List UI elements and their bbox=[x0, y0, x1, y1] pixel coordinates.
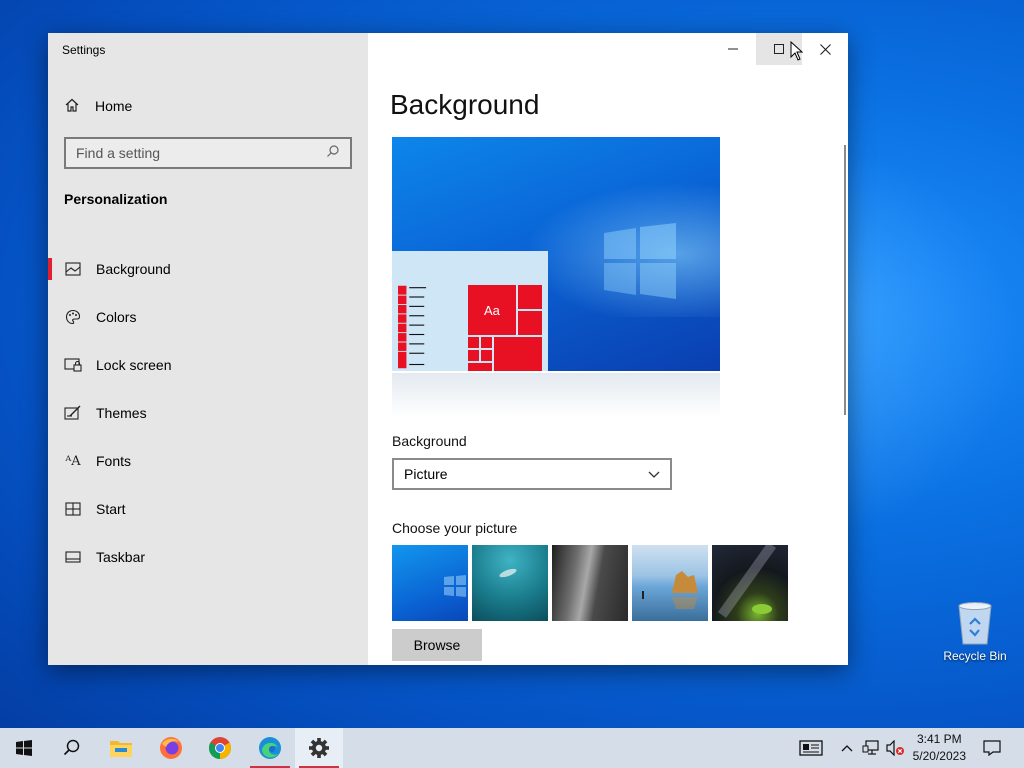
clock-time: 3:41 PM bbox=[916, 732, 962, 746]
preview-reflection bbox=[392, 373, 720, 417]
firefox-icon bbox=[160, 737, 182, 759]
themes-icon bbox=[64, 404, 82, 422]
background-type-label: Background bbox=[392, 433, 467, 449]
windows-logo-icon bbox=[444, 575, 466, 597]
fonts-icon: ᴬA bbox=[65, 453, 81, 469]
background-preview: Aa bbox=[392, 137, 720, 371]
settings-sidebar: Settings Home Personalization Background bbox=[48, 33, 368, 665]
taskbar-clock[interactable]: 3:41 PM 5/20/2023 bbox=[913, 731, 966, 765]
chevron-down-icon bbox=[648, 466, 660, 482]
close-button[interactable] bbox=[802, 33, 848, 65]
picture-thumbnail-underwater[interactable] bbox=[472, 545, 548, 621]
choose-picture-label: Choose your picture bbox=[392, 520, 518, 536]
sidebar-item-label: Colors bbox=[96, 309, 137, 325]
window-controls bbox=[710, 33, 848, 65]
sidebar-item-start[interactable]: Start bbox=[48, 485, 368, 533]
window-title: Settings bbox=[62, 43, 106, 57]
sidebar-item-colors[interactable]: Colors bbox=[48, 293, 368, 341]
milky-way-icon bbox=[717, 545, 777, 618]
settings-content: Background Aa Background Picture Choose … bbox=[368, 33, 848, 665]
picture-thumbnails bbox=[392, 545, 788, 621]
edge-button[interactable] bbox=[246, 728, 294, 768]
section-title: Personalization bbox=[64, 191, 168, 207]
browse-button[interactable]: Browse bbox=[392, 629, 482, 661]
scrollbar[interactable] bbox=[844, 145, 846, 415]
picture-thumbnail-rock[interactable] bbox=[552, 545, 628, 621]
notifications-button[interactable] bbox=[976, 728, 1008, 768]
firefox-button[interactable] bbox=[147, 728, 195, 768]
palette-icon bbox=[64, 308, 82, 326]
preview-app-list bbox=[398, 285, 427, 369]
settings-icon bbox=[309, 738, 329, 758]
search-icon bbox=[63, 739, 80, 756]
sidebar-nav: Background Colors Lock screen Themes ᴬA … bbox=[48, 245, 368, 581]
mouse-cursor-icon bbox=[790, 41, 804, 61]
start-icon bbox=[64, 500, 82, 518]
sidebar-item-label: Start bbox=[96, 501, 126, 517]
search-icon bbox=[326, 144, 340, 163]
taskbar: 3:41 PM 5/20/2023 bbox=[0, 728, 1024, 768]
close-icon bbox=[819, 43, 831, 55]
network-tray-button[interactable] bbox=[860, 728, 882, 768]
volume-tray-button[interactable] bbox=[884, 728, 906, 768]
sidebar-item-themes[interactable]: Themes bbox=[48, 389, 368, 437]
background-type-dropdown[interactable]: Picture bbox=[392, 458, 672, 490]
lock-screen-icon bbox=[64, 356, 82, 374]
home-icon bbox=[64, 97, 80, 116]
sidebar-item-label: Background bbox=[96, 261, 171, 277]
chrome-icon bbox=[209, 737, 231, 759]
taskbar-icon bbox=[64, 548, 82, 566]
network-icon bbox=[862, 740, 879, 755]
search-input[interactable] bbox=[76, 145, 326, 161]
preview-tiles bbox=[468, 285, 542, 371]
sidebar-item-label: Themes bbox=[96, 405, 147, 421]
windows-logo-icon bbox=[604, 223, 676, 299]
sidebar-item-label: Taskbar bbox=[96, 549, 146, 565]
home-nav-item[interactable]: Home bbox=[64, 95, 132, 117]
maximize-icon bbox=[774, 44, 784, 54]
notification-icon bbox=[983, 740, 1001, 756]
settings-window: Settings Home Personalization Background bbox=[48, 33, 848, 665]
news-widget-button[interactable] bbox=[794, 728, 828, 768]
sidebar-item-fonts[interactable]: ᴬA Fonts bbox=[48, 437, 368, 485]
edge-icon bbox=[259, 737, 281, 759]
file-explorer-button[interactable] bbox=[97, 728, 145, 768]
recycle-bin-desktop-icon[interactable]: Recycle Bin bbox=[938, 600, 1012, 663]
page-title: Background bbox=[390, 89, 540, 120]
picture-thumbnail-windows[interactable] bbox=[392, 545, 468, 621]
picture-thumbnail-night-sky[interactable] bbox=[712, 545, 788, 621]
sidebar-item-lock-screen[interactable]: Lock screen bbox=[48, 341, 368, 389]
start-button[interactable] bbox=[0, 728, 48, 768]
minimize-button[interactable] bbox=[710, 33, 756, 65]
news-icon bbox=[799, 740, 823, 756]
chrome-button[interactable] bbox=[196, 728, 244, 768]
sidebar-item-label: Lock screen bbox=[96, 357, 172, 373]
sidebar-item-taskbar[interactable]: Taskbar bbox=[48, 533, 368, 581]
volume-muted-icon bbox=[886, 740, 904, 756]
swimmer-icon bbox=[499, 568, 517, 578]
preview-sample-text: Aa bbox=[484, 303, 500, 318]
picture-thumbnail-beach[interactable] bbox=[632, 545, 708, 621]
sidebar-item-label: Fonts bbox=[96, 453, 132, 469]
sidebar-item-background[interactable]: Background bbox=[48, 245, 368, 293]
chevron-up-icon bbox=[841, 745, 853, 752]
start-icon bbox=[16, 740, 32, 756]
file-explorer-icon bbox=[110, 741, 132, 757]
settings-taskbar-button[interactable] bbox=[295, 728, 343, 768]
taskbar-search-button[interactable] bbox=[48, 728, 96, 768]
dropdown-value: Picture bbox=[404, 466, 448, 482]
recycle-bin-icon bbox=[958, 602, 992, 645]
rock-formation-icon bbox=[642, 571, 698, 609]
show-hidden-icons-button[interactable] bbox=[838, 728, 856, 768]
home-label: Home bbox=[95, 98, 133, 114]
minimize-icon bbox=[728, 48, 738, 50]
search-box[interactable] bbox=[64, 137, 352, 169]
image-icon bbox=[64, 260, 82, 278]
recycle-bin-label: Recycle Bin bbox=[943, 649, 1007, 663]
clock-date: 5/20/2023 bbox=[912, 749, 966, 763]
